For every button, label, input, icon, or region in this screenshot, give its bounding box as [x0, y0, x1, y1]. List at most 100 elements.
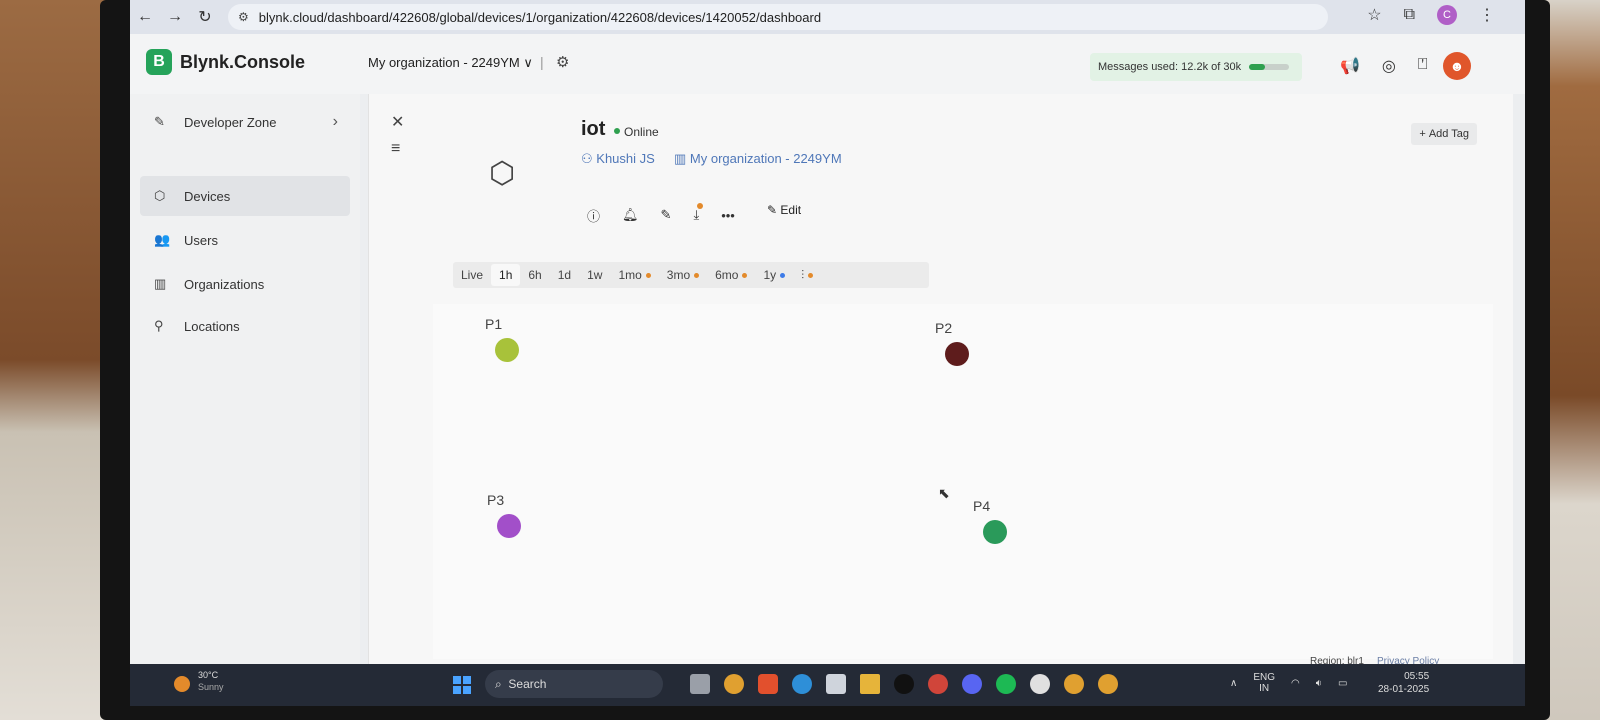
time-range-option[interactable]: 3mo [659, 264, 707, 286]
language-indicator[interactable]: ENG IN [1253, 672, 1275, 694]
edge-icon[interactable] [792, 674, 812, 694]
store-icon[interactable] [826, 674, 846, 694]
organization-name: My organization - 2249YM [368, 55, 520, 70]
sidebar-item-users[interactable]: 👥 Users [140, 220, 350, 260]
wifi-icon[interactable]: ◠ [1291, 678, 1300, 689]
cube-icon: ⬡ [154, 188, 166, 203]
messages-used-text: Messages used: 12.2k of 30k [1098, 61, 1242, 73]
profile-avatar[interactable]: C [1437, 5, 1457, 25]
messages-usage[interactable]: Messages used: 12.2k of 30k [1090, 53, 1302, 81]
extensions-icon[interactable]: ⧉ [1404, 6, 1415, 24]
search-icon: ⌕ [495, 676, 509, 691]
user-avatar[interactable]: ☻ [1443, 52, 1471, 80]
time-range-label: 6h [528, 268, 542, 282]
task-view-icon[interactable] [690, 674, 710, 694]
weather-temperature[interactable]: 30°C [198, 670, 218, 680]
owner-name: Khushi JS [596, 151, 655, 166]
user-icon: ⚇ [581, 151, 597, 166]
users-icon: 👥 [154, 232, 171, 247]
divider: | [540, 54, 544, 70]
app-name[interactable]: Blynk.Console [180, 52, 305, 73]
weather-description[interactable]: Sunny [198, 682, 224, 692]
time-range-option[interactable]: 6mo [707, 264, 755, 286]
megaphone-icon[interactable]: 📢 [1340, 56, 1360, 76]
widget-p3[interactable]: P3 [475, 484, 565, 564]
device-status: Online [624, 125, 659, 139]
premium-dot [694, 272, 700, 278]
device-owner[interactable]: ⚇ Khushi JS [581, 151, 655, 167]
custom-range-icon[interactable]: ⫶ [793, 264, 821, 286]
reload-icon[interactable]: ↻ [190, 7, 220, 27]
bell-icon[interactable]: 🔔︎ [622, 207, 639, 223]
time-range-option[interactable]: 1d [550, 264, 579, 286]
edit-button[interactable]: ✎ Edit [767, 203, 801, 217]
spotify-icon[interactable] [996, 674, 1016, 694]
windows-start-icon[interactable] [453, 676, 471, 694]
sidebar: ✎ Developer Zone › ⬡ Devices 👥 Users ▥ O… [130, 94, 360, 664]
sidebar-item-label: Users [184, 232, 218, 248]
blynk-logo[interactable]: B [146, 49, 172, 75]
led-indicator [495, 338, 519, 362]
widget-p4[interactable]: P4 [961, 490, 1051, 570]
sidebar-item-locations[interactable]: ⚲ Locations [140, 306, 350, 346]
screen: ← → ↻ ⚙ blynk.cloud/dashboard/422608/glo… [130, 0, 1525, 700]
mi-icon[interactable] [928, 674, 948, 694]
time-range-option[interactable]: 1mo [610, 264, 658, 286]
close-icon[interactable]: ✕ [391, 112, 404, 132]
organization-selector[interactable]: My organization - 2249YM ∨ [368, 55, 533, 71]
widget-p2[interactable]: P2 [923, 312, 1013, 392]
help-icon[interactable]: ◎ [1382, 56, 1396, 76]
back-icon[interactable]: ← [130, 8, 160, 26]
taskbar-search-label: Search [508, 677, 547, 691]
time-range-option[interactable]: 1w [579, 264, 610, 286]
brave-icon[interactable] [758, 674, 778, 694]
time-range-option[interactable]: 1y [755, 264, 793, 286]
notification-dot [697, 203, 704, 209]
time-range-option[interactable]: Live [453, 264, 491, 286]
chevron-up-icon[interactable]: ∧ [1230, 678, 1237, 689]
sidebar-item-devices[interactable]: ⬡ Devices [140, 176, 350, 216]
address-bar[interactable]: ⚙ blynk.cloud/dashboard/422608/global/de… [228, 4, 1328, 30]
download-icon[interactable]: ⤓ [693, 203, 704, 223]
sidebar-item-organizations[interactable]: ▥ Organizations [140, 264, 350, 304]
add-tag-button[interactable]: + Add Tag [1411, 123, 1477, 145]
forward-icon[interactable]: → [160, 8, 190, 26]
more-icon[interactable]: ••• [721, 208, 735, 223]
taskbar-clock[interactable]: 05:55 28-01-2025 [1378, 670, 1429, 696]
pin-icon: ⚲ [154, 318, 164, 333]
device-panel: ✕ ≡ ⬡ iot Online ⚇ Khushi JS ▥ My organi… [368, 94, 1513, 664]
time-range-option[interactable]: 1h [491, 264, 521, 286]
chrome-profile-icon[interactable] [1064, 674, 1084, 694]
volume-icon[interactable]: 🔉︎ [1316, 678, 1322, 689]
battery-icon[interactable]: ▭ [1338, 678, 1347, 689]
led-indicator [497, 514, 521, 538]
online-status-dot [614, 128, 620, 134]
wrench-icon[interactable]: ✎ [661, 207, 672, 223]
bookmark-star-icon[interactable]: ☆ [1367, 5, 1381, 25]
weather-sun-icon[interactable] [174, 676, 190, 692]
menu-icon[interactable]: ≡ [391, 140, 400, 158]
widget-label: P4 [973, 498, 991, 514]
device-organization[interactable]: ▥ My organization - 2249YM [674, 151, 842, 167]
chrome-icon[interactable] [724, 674, 744, 694]
site-info-icon[interactable]: ⚙ [238, 10, 249, 24]
browser-menu-icon[interactable]: ⋮ [1479, 5, 1495, 25]
chevron-right-icon: › [332, 113, 338, 130]
time-range-label: 1d [557, 268, 572, 282]
info-icon[interactable]: ⓘ [587, 206, 600, 225]
device-cube-icon: ⬡ [489, 157, 516, 190]
system-tray: ∧ ENG IN ◠ 🔉︎ ▭ [1230, 672, 1348, 694]
music-icon[interactable] [1030, 674, 1050, 694]
time-range-option[interactable]: 6h [520, 264, 549, 286]
file-explorer-icon[interactable] [860, 674, 880, 694]
gift-icon[interactable]: ⍞ [1418, 56, 1428, 76]
gear-icon[interactable]: ⚙ [556, 53, 569, 71]
sidebar-item-developer-zone[interactable]: ✎ Developer Zone › [140, 102, 350, 142]
discord-icon[interactable] [962, 674, 982, 694]
chrome-profile-2-icon[interactable] [1098, 674, 1118, 694]
taskbar-search[interactable]: ⌕ Search [485, 670, 663, 698]
app-icon[interactable] [894, 674, 914, 694]
widget-p1[interactable]: P1 [473, 308, 563, 388]
dashboard-canvas: P1 P2 P3 P4 [433, 304, 1493, 659]
chevron-down-icon: ∨ [523, 55, 533, 70]
